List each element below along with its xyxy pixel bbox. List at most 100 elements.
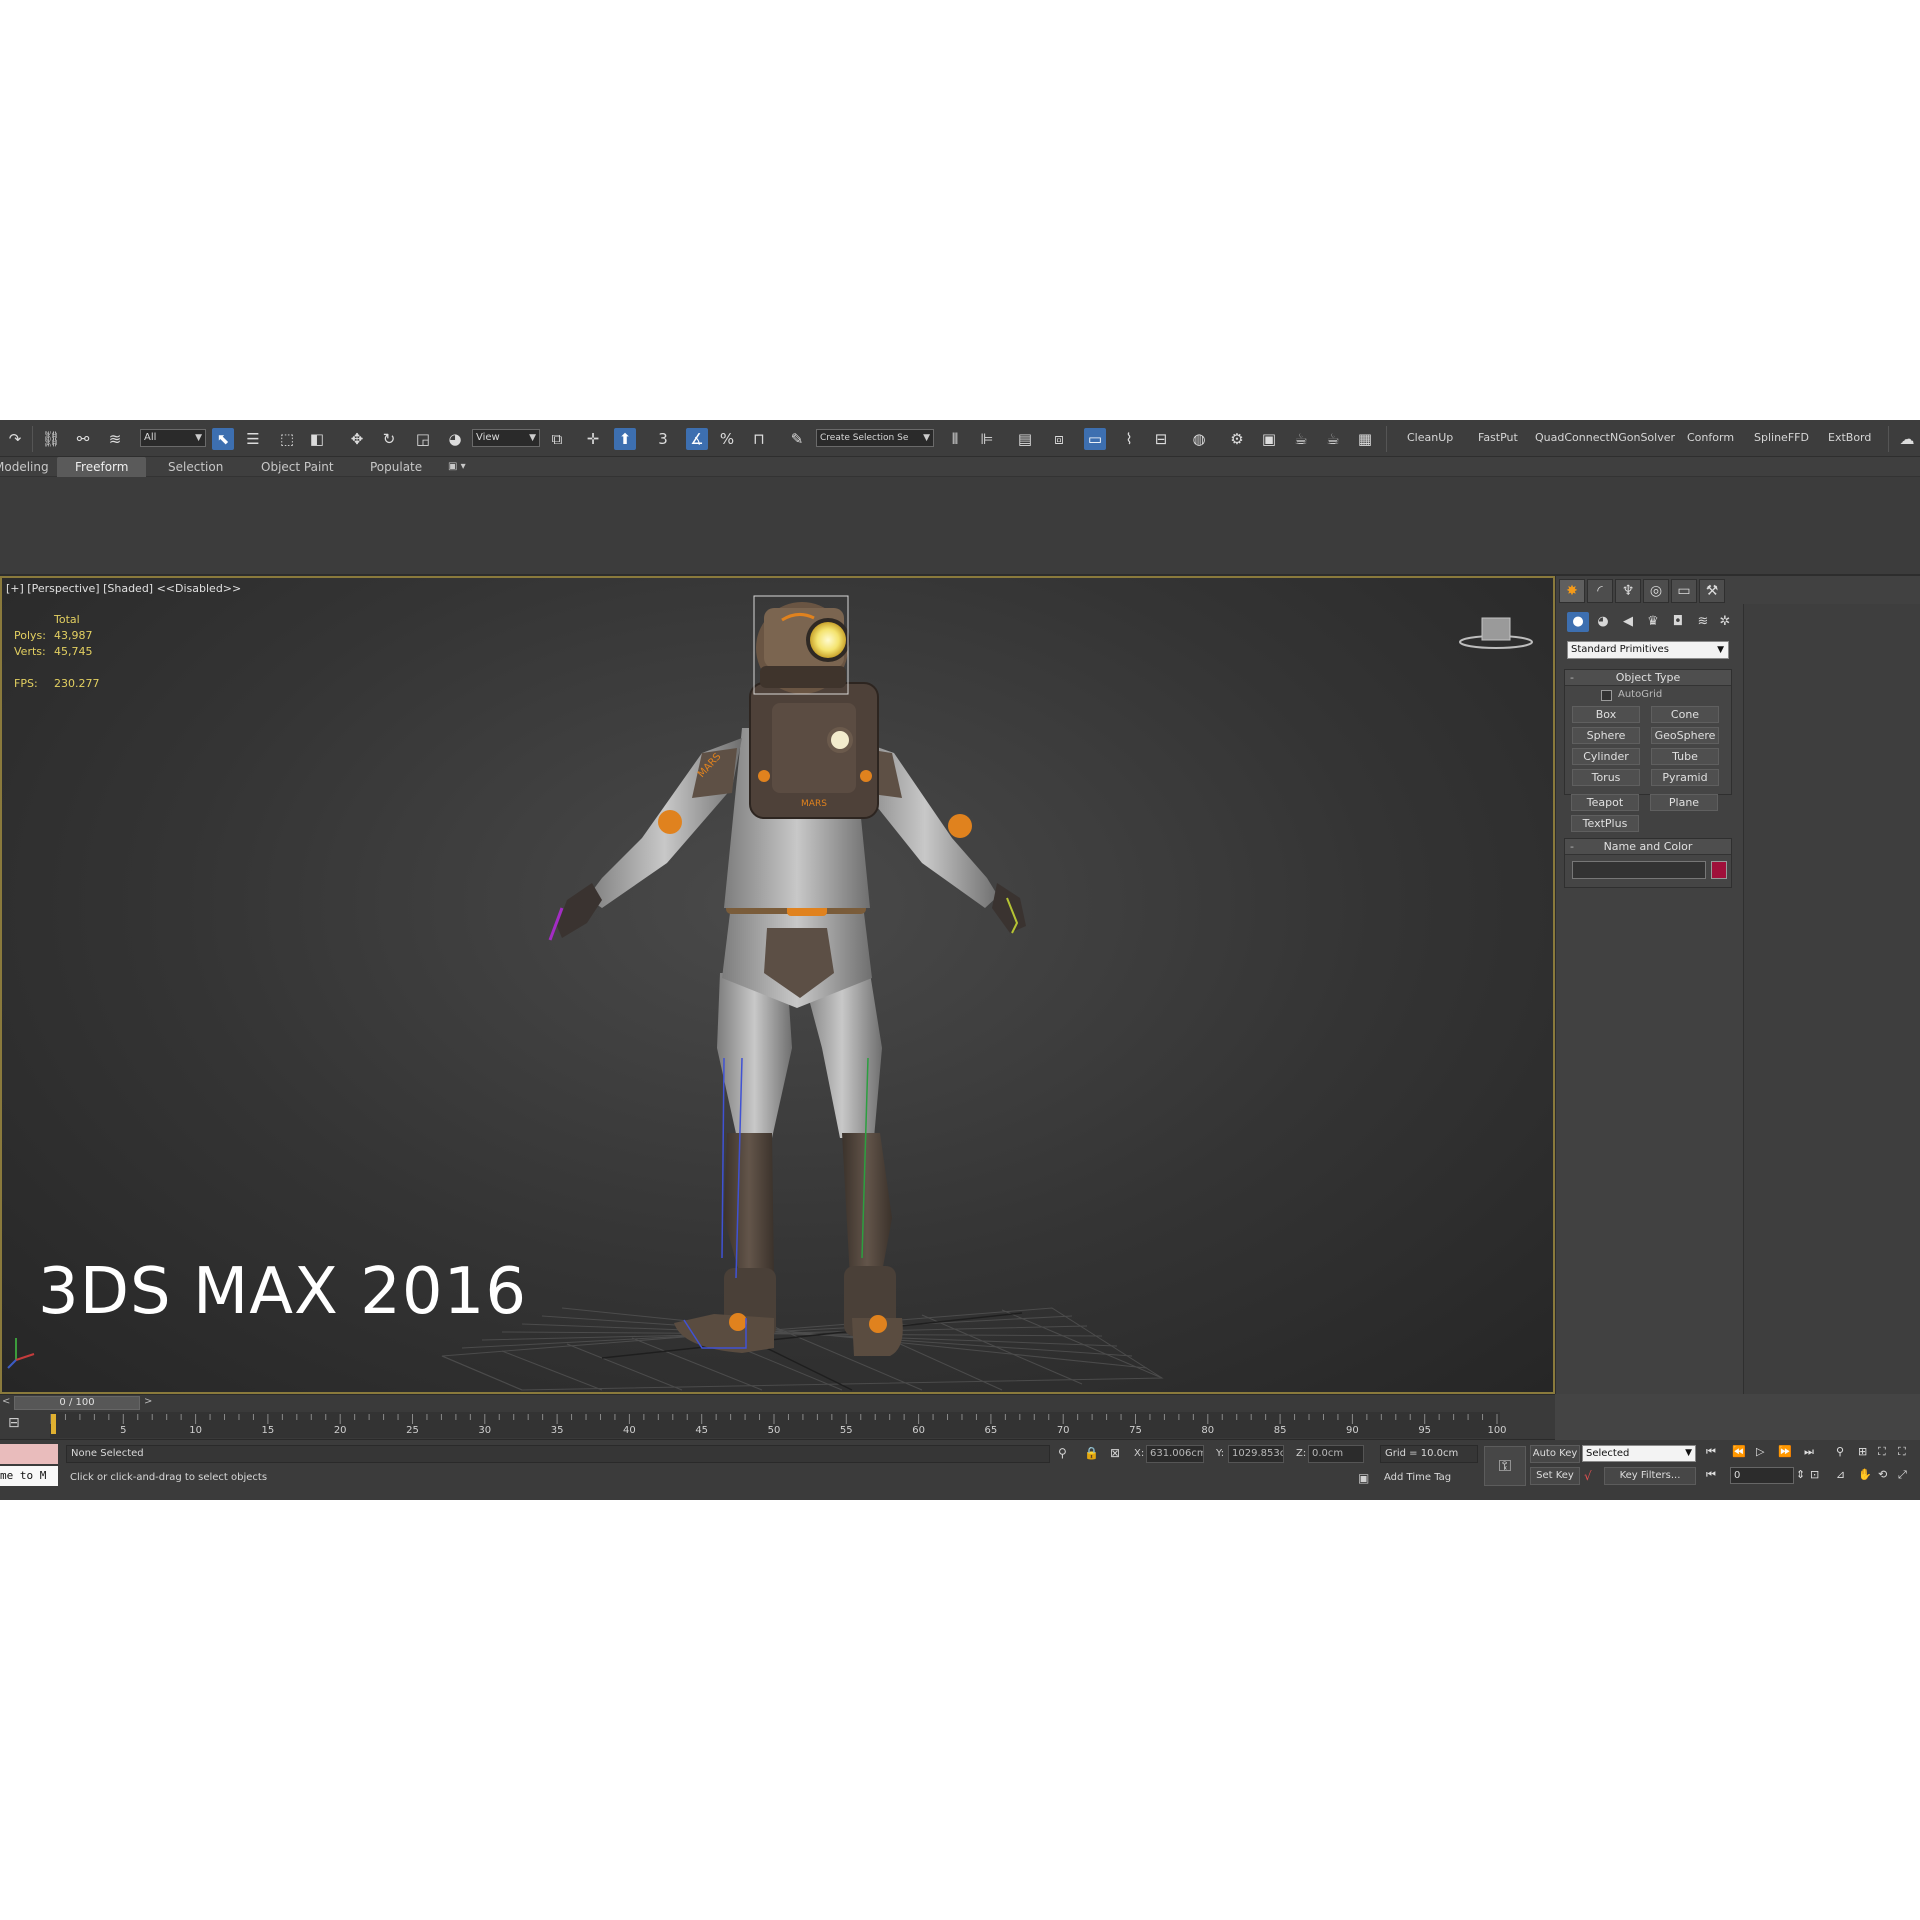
track-bar[interactable]: ⊟ 5 10 15 20 25 30 35 40 45 50 55 60 65 70 75 80 85 90 95 1… bbox=[0, 1410, 1555, 1440]
systems-icon[interactable]: ✲ bbox=[1714, 612, 1736, 632]
next-key-icon[interactable]: ⏩ bbox=[1778, 1445, 1792, 1458]
add-time-tag-button[interactable]: Add Time Tag bbox=[1380, 1470, 1478, 1488]
quadconnect-button[interactable]: QuadConnect bbox=[1535, 431, 1610, 444]
track-bar-ruler[interactable]: 5 10 15 20 25 30 35 40 45 50 55 60 65 70 75 80 85 90 95 100 bbox=[50, 1412, 1507, 1438]
auto-key-button[interactable]: Auto Key bbox=[1530, 1445, 1580, 1463]
cone-button[interactable]: Cone bbox=[1651, 706, 1719, 723]
maxscript-listener-top[interactable] bbox=[0, 1444, 58, 1464]
set-key-button[interactable]: Set Key bbox=[1530, 1467, 1580, 1485]
geometry-icon[interactable]: ● bbox=[1567, 612, 1589, 632]
tube-button[interactable]: Tube bbox=[1651, 748, 1719, 765]
object-type-header[interactable]: - Object Type bbox=[1565, 670, 1731, 686]
layer-explorer-icon[interactable]: ⧈ bbox=[1048, 428, 1070, 450]
y-coordinate-field[interactable]: 1029.853c bbox=[1228, 1445, 1284, 1463]
bind-space-warp-icon[interactable]: ≋ bbox=[104, 428, 126, 450]
utilities-tab-icon[interactable]: ⚒ bbox=[1699, 579, 1725, 603]
helpers-icon[interactable]: ◘ bbox=[1667, 612, 1689, 632]
next-frame-button[interactable]: > bbox=[144, 1396, 154, 1409]
angle-snap-icon[interactable]: ∡ bbox=[686, 428, 708, 450]
display-tab-icon[interactable]: ▭ bbox=[1671, 579, 1697, 603]
move-icon[interactable]: ✥ bbox=[346, 428, 368, 450]
geosphere-button[interactable]: GeoSphere bbox=[1651, 727, 1719, 744]
isolate-selection-icon[interactable]: ⚲ bbox=[1058, 1446, 1067, 1460]
lights-icon[interactable]: ◀ bbox=[1617, 612, 1639, 632]
pyramid-button[interactable]: Pyramid bbox=[1651, 769, 1719, 786]
select-object-icon[interactable]: ⬉ bbox=[212, 428, 234, 450]
name-and-color-header[interactable]: - Name and Color bbox=[1565, 839, 1731, 855]
space-warps-icon[interactable]: ≋ bbox=[1692, 612, 1714, 632]
zoom-all-icon[interactable]: ⊞ bbox=[1858, 1445, 1867, 1458]
tab-object-paint[interactable]: Object Paint bbox=[261, 457, 334, 477]
pivot-center-icon[interactable]: ⧉ bbox=[546, 428, 568, 450]
textplus-button[interactable]: TextPlus bbox=[1571, 815, 1639, 832]
box-button[interactable]: Box bbox=[1572, 706, 1640, 723]
field-of-view-icon[interactable]: ⊿ bbox=[1836, 1468, 1845, 1481]
reference-coord-dropdown[interactable]: View ▼ bbox=[472, 429, 540, 447]
keyboard-shortcut-override-icon[interactable]: ⬆ bbox=[614, 428, 636, 450]
tab-modeling[interactable]: Modeling bbox=[0, 457, 49, 477]
align-icon[interactable]: ⊫ bbox=[976, 428, 998, 450]
previous-key-icon[interactable]: ⏪ bbox=[1732, 1445, 1746, 1458]
key-mode-toggle-icon[interactable]: ⏮ bbox=[1706, 1468, 1716, 1482]
pan-icon[interactable]: ✋ bbox=[1858, 1468, 1872, 1481]
viewport-label[interactable]: [+] [Perspective] [Shaded] <<Disabled>> bbox=[6, 582, 241, 595]
create-tab-icon[interactable]: ✸ bbox=[1559, 579, 1585, 603]
torus-button[interactable]: Torus bbox=[1572, 769, 1640, 786]
teapot-button[interactable]: Teapot bbox=[1571, 794, 1639, 811]
go-to-start-icon[interactable]: ⏮ bbox=[1706, 1445, 1716, 1459]
absolute-mode-icon[interactable]: ⊠ bbox=[1110, 1446, 1120, 1460]
maximize-viewport-icon[interactable]: ⤢ bbox=[1898, 1468, 1907, 1482]
cylinder-button[interactable]: Cylinder bbox=[1572, 748, 1640, 765]
snaps-toggle-icon[interactable]: 3 bbox=[652, 428, 674, 450]
time-configuration-icon[interactable]: ⊡ bbox=[1810, 1468, 1819, 1481]
plane-button[interactable]: Plane bbox=[1650, 794, 1718, 811]
hierarchy-tab-icon[interactable]: ♆ bbox=[1615, 579, 1641, 603]
shapes-icon[interactable]: ◕ bbox=[1592, 612, 1614, 632]
perspective-viewport[interactable]: MARS MARS [+] [Perspective] [Shaded] <<D… bbox=[0, 576, 1555, 1394]
current-frame-field[interactable]: 0 bbox=[1730, 1467, 1794, 1484]
conform-button[interactable]: Conform bbox=[1687, 431, 1734, 444]
previous-frame-button[interactable]: < bbox=[2, 1396, 12, 1409]
spinner-snap-icon[interactable]: ⊓ bbox=[748, 428, 770, 450]
scale-icon[interactable]: ◲ bbox=[412, 428, 434, 450]
primitive-type-dropdown[interactable]: Standard Primitives ▼ bbox=[1567, 641, 1729, 659]
set-keys-icon[interactable]: ⚿ bbox=[1484, 1446, 1526, 1486]
time-slider-thumb[interactable]: 0 / 100 bbox=[14, 1396, 140, 1410]
zoom-icon[interactable]: ⚲ bbox=[1836, 1445, 1844, 1458]
render-activeshade-icon[interactable]: ▦ bbox=[1354, 428, 1376, 450]
named-selection-input[interactable]: Create Selection Se ▼ bbox=[816, 429, 934, 447]
tab-populate[interactable]: Populate bbox=[370, 457, 422, 477]
key-filters-button[interactable]: Key Filters... bbox=[1604, 1467, 1696, 1485]
scene-explorer-icon[interactable]: ▤ bbox=[1014, 428, 1036, 450]
orbit-icon[interactable]: ⟲ bbox=[1878, 1468, 1887, 1481]
fastput-button[interactable]: FastPut bbox=[1478, 431, 1518, 444]
time-slider[interactable]: < 0 / 100 > bbox=[0, 1394, 1555, 1410]
tab-selection[interactable]: Selection bbox=[168, 457, 223, 477]
x-coordinate-field[interactable]: 631.006cm bbox=[1146, 1445, 1204, 1463]
edit-named-selection-icon[interactable]: ✎ bbox=[786, 428, 808, 450]
curve-editor-icon[interactable]: ⌇ bbox=[1118, 428, 1140, 450]
modify-tab-icon[interactable]: ◜ bbox=[1587, 579, 1613, 603]
go-to-end-icon[interactable]: ⏭ bbox=[1804, 1445, 1814, 1459]
ribbon-toggle-icon[interactable]: ▭ bbox=[1084, 428, 1106, 450]
rectangular-region-icon[interactable]: ⬚ bbox=[276, 428, 298, 450]
play-icon[interactable]: ▷ bbox=[1756, 1445, 1764, 1458]
autogrid-checkbox[interactable] bbox=[1601, 690, 1612, 701]
zoom-extents-icon[interactable]: ⛶ bbox=[1878, 1445, 1886, 1459]
splineffd-button[interactable]: SplineFFD bbox=[1754, 431, 1809, 444]
place-icon[interactable]: ◕ bbox=[444, 428, 466, 450]
render-setup-icon[interactable]: ⚙ bbox=[1226, 428, 1248, 450]
unlink-icon[interactable]: ⚯ bbox=[72, 428, 94, 450]
object-color-swatch[interactable] bbox=[1711, 861, 1727, 879]
render-iterative-icon[interactable]: ☕ bbox=[1322, 428, 1344, 450]
tab-freeform[interactable]: Freeform bbox=[57, 457, 147, 477]
select-manipulate-icon[interactable]: ✛ bbox=[582, 428, 604, 450]
render-production-icon[interactable]: ☕ bbox=[1290, 428, 1312, 450]
extbord-button[interactable]: ExtBord bbox=[1828, 431, 1871, 444]
schematic-view-icon[interactable]: ⊟ bbox=[1150, 428, 1172, 450]
cloud-icon[interactable]: ☁ bbox=[1896, 428, 1918, 450]
percent-snap-icon[interactable]: % bbox=[716, 428, 738, 450]
zoom-extents-all-icon[interactable]: ⛶ bbox=[1898, 1445, 1906, 1459]
redo-icon[interactable]: ↷ bbox=[4, 428, 26, 450]
link-icon[interactable]: ⛓ bbox=[40, 428, 62, 450]
